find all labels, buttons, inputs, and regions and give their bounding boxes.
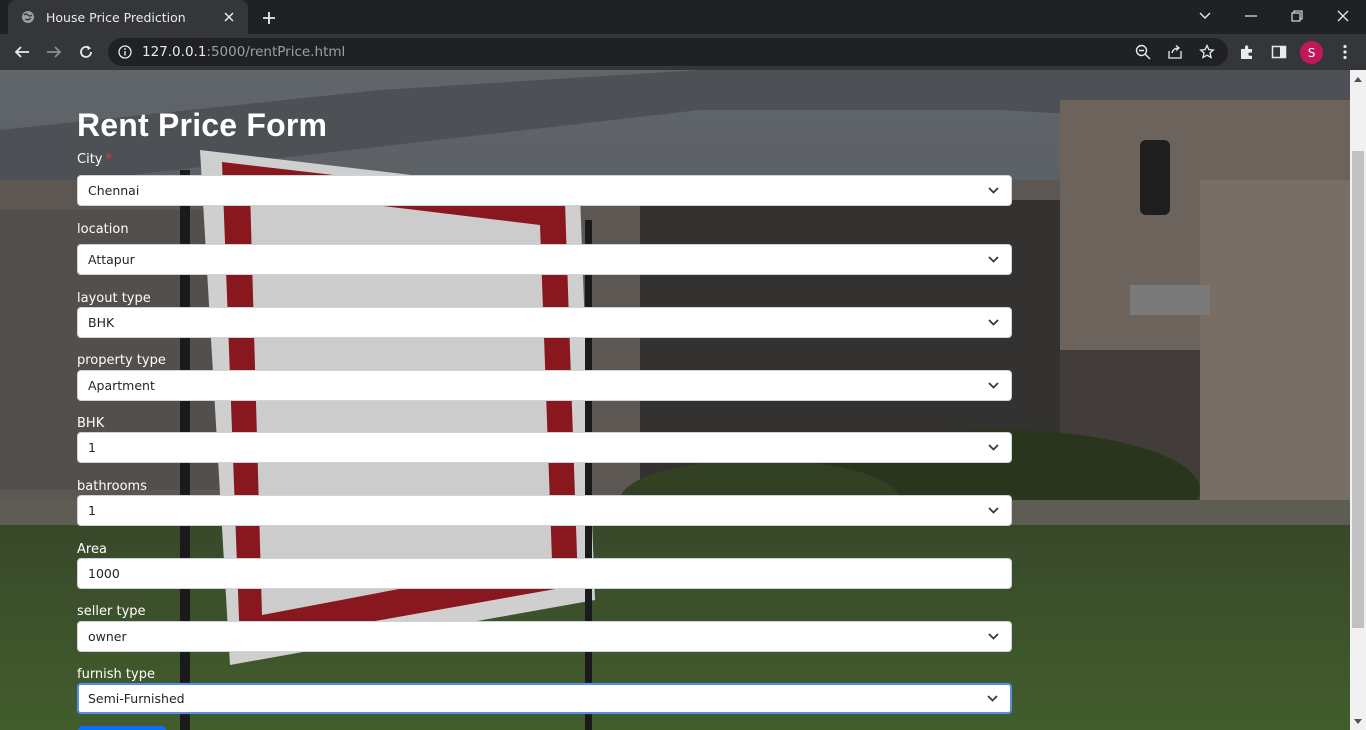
location-select[interactable]: Attapur (77, 244, 1012, 275)
chevron-down-icon (987, 185, 999, 197)
share-icon[interactable] (1167, 44, 1183, 60)
bhk-select-value: 1 (88, 440, 96, 455)
seller-type-select-value: owner (88, 629, 127, 644)
close-window-icon[interactable] (1320, 0, 1366, 32)
area-input-value: 1000 (88, 566, 120, 581)
back-icon[interactable] (9, 39, 35, 65)
location-select-value: Attapur (88, 252, 135, 267)
minimize-icon[interactable] (1228, 0, 1274, 32)
chevron-down-icon (986, 693, 998, 705)
city-select-value: Chennai (88, 183, 140, 198)
bhk-label: BHK (77, 416, 105, 431)
city-select[interactable]: Chennai (77, 175, 1012, 206)
page-scrollbar[interactable] (1350, 70, 1366, 730)
chevron-down-icon (987, 380, 999, 392)
seller-type-select[interactable]: owner (77, 621, 1012, 652)
required-marker: * (105, 152, 112, 167)
zoom-out-icon[interactable] (1135, 44, 1151, 60)
bhk-select[interactable]: 1 (77, 432, 1012, 463)
page-viewport: Rent Price Form City * Chennai location A… (0, 70, 1350, 730)
property-type-label: property type (77, 353, 166, 368)
submit-button-partial[interactable] (78, 726, 166, 730)
bookmark-star-icon[interactable] (1199, 44, 1215, 60)
browser-titlebar: House Price Prediction (0, 0, 1366, 34)
address-bar[interactable]: 127.0.0.1:5000/rentPrice.html (108, 38, 1228, 66)
bathrooms-label: bathrooms (77, 479, 147, 494)
area-label: Area (77, 542, 107, 557)
extensions-puzzle-icon[interactable] (1238, 43, 1256, 61)
menu-kebab-icon[interactable] (1336, 43, 1354, 61)
chevron-down-icon (987, 505, 999, 517)
browser-toolbar: 127.0.0.1:5000/rentPrice.html S (0, 34, 1366, 70)
property-type-select[interactable]: Apartment (77, 370, 1012, 401)
profile-avatar[interactable]: S (1300, 41, 1323, 64)
scroll-down-arrow-icon[interactable] (1350, 714, 1366, 728)
furnish-type-select-value: Semi-Furnished (88, 691, 185, 706)
city-label: City * (77, 152, 112, 167)
chevron-down-icon (987, 442, 999, 454)
chevron-down-icon (987, 317, 999, 329)
browser-tab[interactable]: House Price Prediction (8, 0, 248, 34)
url-text: 127.0.0.1:5000/rentPrice.html (142, 44, 345, 60)
chevron-down-icon (987, 254, 999, 266)
close-tab-icon[interactable] (220, 8, 238, 26)
layout-type-select[interactable]: BHK (77, 307, 1012, 338)
new-tab-icon[interactable] (258, 7, 280, 29)
side-panel-icon[interactable] (1270, 43, 1288, 61)
scrollbar-thumb[interactable] (1352, 151, 1364, 628)
tab-search-icon[interactable] (1182, 0, 1228, 32)
forward-icon[interactable] (41, 39, 67, 65)
chevron-down-icon (987, 631, 999, 643)
reload-icon[interactable] (73, 39, 99, 65)
area-input[interactable]: 1000 (77, 558, 1012, 589)
furnish-type-select[interactable]: Semi-Furnished (77, 683, 1012, 714)
restore-icon[interactable] (1274, 0, 1320, 32)
globe-icon (20, 9, 36, 25)
url-path: :5000/rentPrice.html (206, 44, 346, 60)
bathrooms-select-value: 1 (88, 503, 96, 518)
seller-type-label: seller type (77, 604, 146, 619)
bathrooms-select[interactable]: 1 (77, 495, 1012, 526)
info-icon[interactable] (118, 45, 132, 59)
furnish-type-label: furnish type (77, 667, 155, 682)
property-type-select-value: Apartment (88, 378, 155, 393)
url-host: 127.0.0.1 (142, 44, 207, 60)
scroll-up-arrow-icon[interactable] (1350, 72, 1366, 86)
tab-title: House Price Prediction (46, 9, 186, 25)
page-title: Rent Price Form (77, 107, 328, 143)
city-label-text: City (77, 152, 103, 167)
layout-type-label: layout type (77, 291, 151, 306)
location-label: location (77, 222, 129, 237)
layout-type-select-value: BHK (88, 315, 115, 330)
